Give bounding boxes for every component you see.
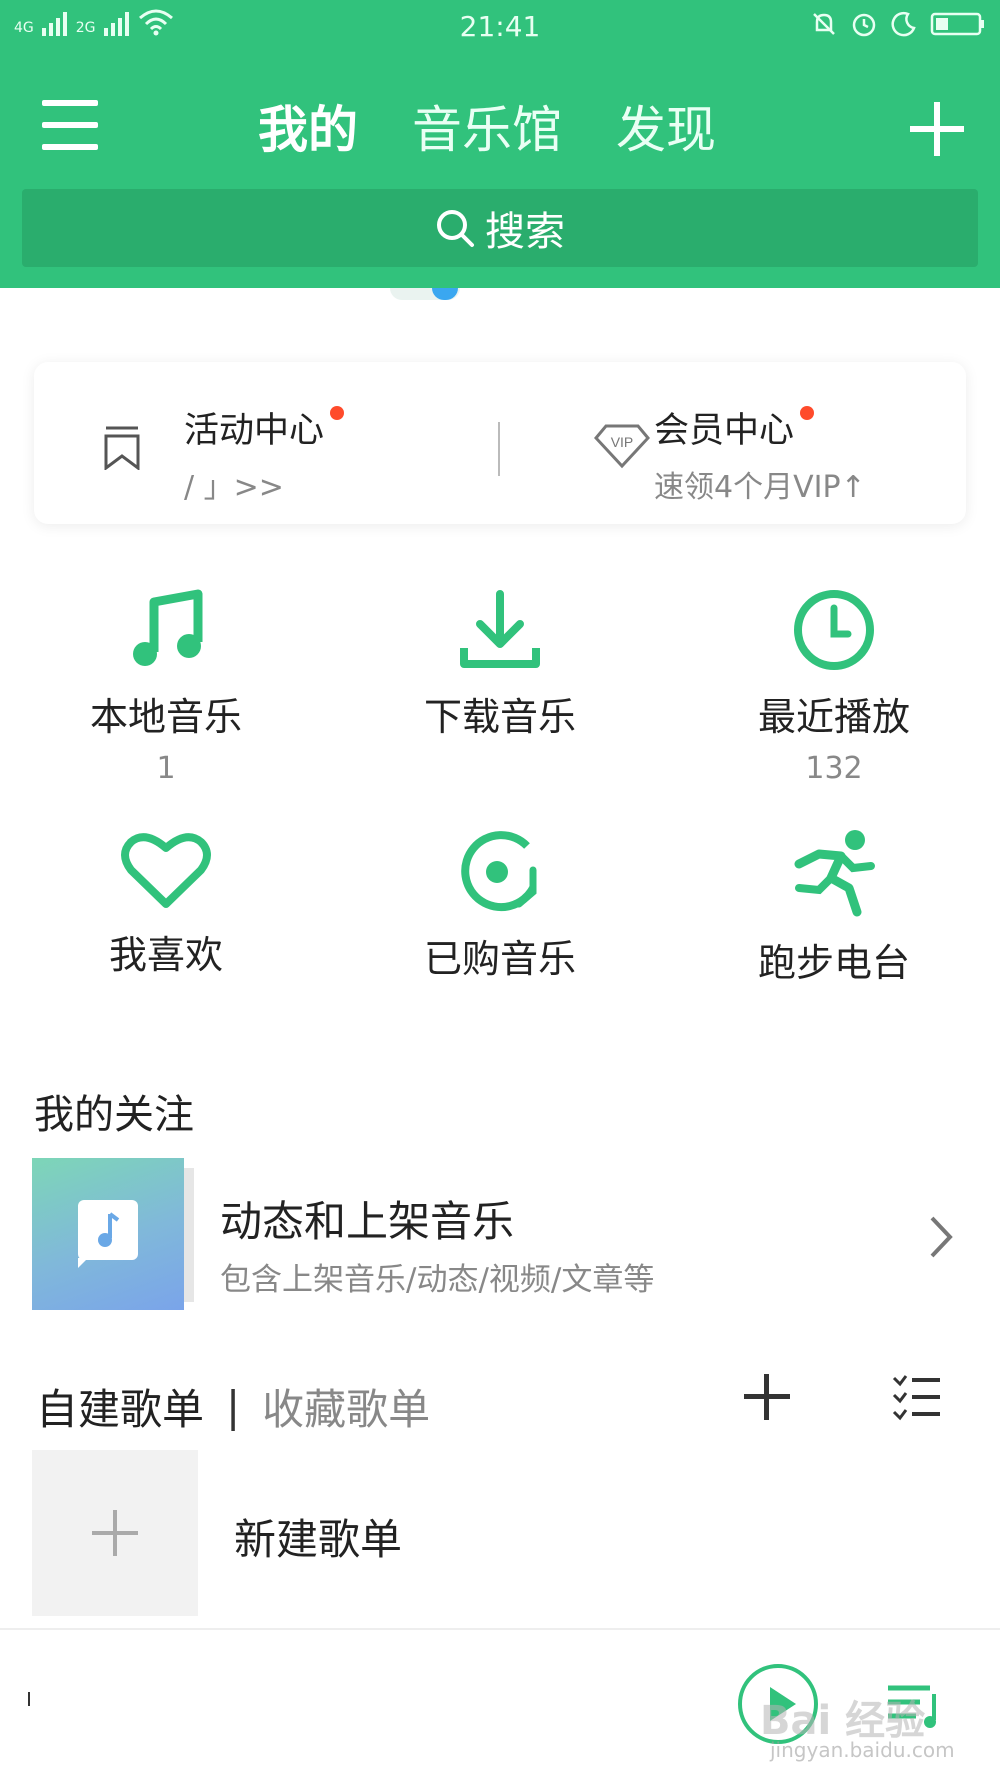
grid-purchased-music[interactable]: 已购音乐: [360, 828, 640, 983]
heart-icon: [121, 833, 211, 908]
tab-separator: |: [226, 1382, 241, 1431]
app-header: 4G 2G 21:41 我的 音乐馆 发现 搜索: [0, 0, 1000, 288]
status-bar: 4G 2G 21:41: [0, 0, 1000, 54]
manage-list-icon[interactable]: [892, 1372, 942, 1422]
grid-label: 跑步电台: [757, 941, 910, 985]
new-playlist-row[interactable]: 新建歌单: [32, 1450, 968, 1616]
top-tabs: 我的 音乐馆 发现: [258, 90, 716, 170]
grid-running-radio[interactable]: 跑步电台: [694, 828, 974, 987]
search-icon: [437, 210, 474, 247]
follow-title: 动态和上架音乐: [220, 1197, 515, 1246]
grid-label: 我喜欢: [108, 933, 223, 977]
chevron-right-icon: [930, 1216, 953, 1258]
grid-label: 已购音乐: [423, 937, 576, 981]
search-bar[interactable]: 搜索: [22, 189, 978, 267]
song-title-placeholder: [28, 1692, 30, 1706]
tab-music-hall[interactable]: 音乐馆: [412, 90, 562, 170]
add-button[interactable]: [906, 98, 968, 160]
purchased-disc-icon: [461, 831, 537, 912]
mini-player: Bai 经验 jingyan.baidu.com: [0, 1628, 1000, 1780]
tab-collected-playlists[interactable]: 收藏歌单: [262, 1376, 430, 1437]
download-icon: [460, 590, 540, 668]
clock-icon: [794, 590, 874, 670]
moon-icon: [891, 11, 916, 37]
grid-recent-play[interactable]: 最近播放 132: [694, 588, 974, 786]
grid-label: 本地音乐: [89, 695, 242, 739]
follow-cover: [32, 1158, 184, 1310]
grid-download-music[interactable]: 下载音乐: [360, 588, 640, 751]
new-dot: [330, 406, 345, 420]
vip-subtitle: 速领4个月VIP↑: [654, 470, 866, 505]
tab-discover[interactable]: 发现: [616, 90, 716, 170]
add-playlist-button[interactable]: [744, 1374, 790, 1420]
grid-label: 下载音乐: [423, 695, 576, 739]
mute-bell-icon: [813, 13, 835, 35]
new-dot: [800, 406, 815, 420]
grid-count: 132: [805, 751, 863, 786]
menu-button[interactable]: [42, 100, 98, 152]
activity-subtitle: / 」>>: [184, 470, 284, 505]
vip-title: 会员中心: [654, 411, 795, 451]
vip-diamond-icon: VIP: [594, 424, 650, 469]
new-playlist-label: 新建歌单: [234, 1515, 403, 1564]
music-note-icon: [133, 589, 203, 666]
promo-card: 活动中心 / 」>> VIP 会员中心 速领4个月VIP↑: [34, 362, 966, 524]
card-divider: [498, 422, 500, 476]
grid-label: 最近播放: [757, 695, 910, 739]
follow-section-title: 我的关注: [34, 1092, 194, 1138]
tab-created-playlists[interactable]: 自建歌单: [36, 1376, 204, 1437]
activity-center[interactable]: 活动中心 / 」>>: [34, 362, 496, 524]
running-icon: [794, 830, 875, 917]
tab-mine[interactable]: 我的: [258, 90, 358, 170]
follow-item[interactable]: 动态和上架音乐 包含上架音乐/动态/视频/文章等: [32, 1158, 968, 1310]
search-label: 搜索: [485, 209, 565, 255]
grid-favorites[interactable]: 我喜欢: [26, 830, 306, 979]
battery-icon: [930, 12, 984, 36]
watermark-url: jingyan.baidu.com: [770, 1738, 955, 1762]
grid-local-music[interactable]: 本地音乐 1: [26, 588, 306, 786]
follow-subtitle: 包含上架音乐/动态/视频/文章等: [220, 1262, 655, 1298]
top-nav: 我的 音乐馆 发现: [0, 90, 1000, 170]
bubble-tail: [78, 1258, 88, 1268]
new-playlist-plus-icon: [32, 1450, 198, 1616]
activity-title: 活动中心: [184, 411, 325, 451]
alarm-icon: [852, 13, 876, 37]
status-icons: [810, 10, 986, 38]
grid-count: 1: [156, 751, 176, 786]
bookmark-icon: [104, 426, 140, 470]
svg-text:VIP: VIP: [611, 434, 634, 450]
vip-center[interactable]: VIP 会员中心 速领4个月VIP↑: [502, 362, 966, 524]
note-card-icon: [78, 1200, 138, 1260]
cover-shadow: [184, 1168, 194, 1302]
playlist-tabs: 自建歌单 | 收藏歌单: [36, 1376, 430, 1437]
